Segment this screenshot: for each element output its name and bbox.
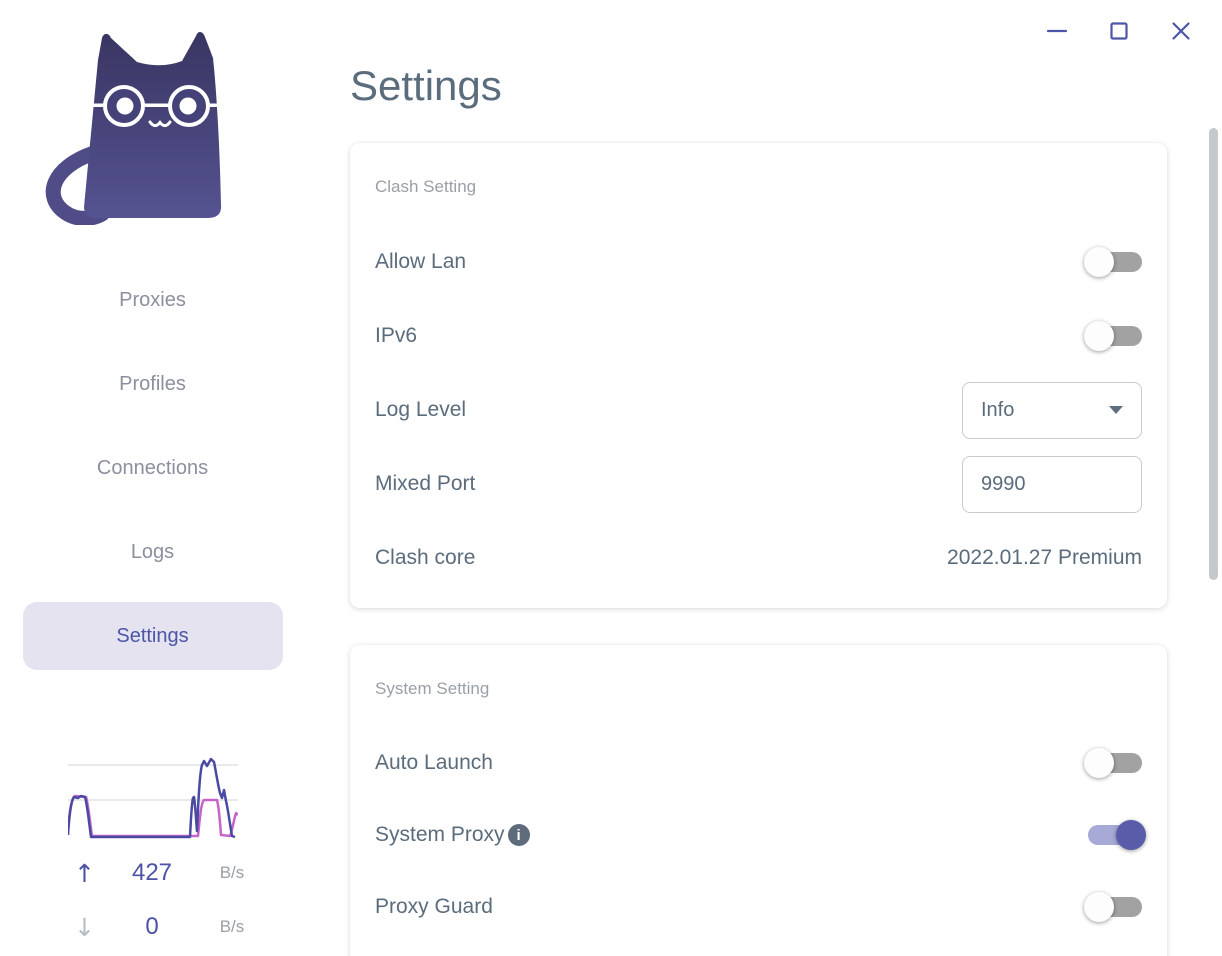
sidebar-item-logs[interactable]: Logs — [23, 518, 283, 586]
setting-row-auto-launch: Auto Launch — [375, 727, 1142, 799]
download-speed-value: 0 — [145, 913, 159, 940]
upload-speed-row: ↑ 427 B/s — [0, 856, 305, 890]
allow-lan-toggle[interactable] — [1084, 247, 1142, 277]
upload-speed-value: 427 — [131, 859, 173, 886]
close-icon — [1172, 22, 1190, 40]
minimize-icon — [1046, 29, 1068, 33]
upload-line — [68, 757, 236, 839]
sidebar-item-proxies[interactable]: Proxies — [23, 266, 283, 334]
down-arrow-icon: ↓ — [74, 912, 95, 942]
setting-row-allow-lan: Allow Lan — [375, 225, 1142, 299]
up-arrow-icon: ↑ — [74, 858, 95, 888]
setting-row-clash-core: Clash core 2022.01.27 Premium — [375, 521, 1142, 595]
clash-core-version: 2022.01.27 Premium — [947, 546, 1142, 569]
scrollbar-thumb[interactable] — [1209, 128, 1218, 580]
chevron-down-icon — [1109, 406, 1123, 414]
system-setting-card: System Setting Auto Launch System Proxy … — [350, 645, 1167, 956]
app-window: Proxies Profiles Connections Logs Settin… — [0, 0, 1222, 956]
traffic-graph — [68, 757, 238, 839]
sidebar-item-settings[interactable]: Settings — [22, 602, 283, 670]
setting-label: Auto Launch — [375, 751, 493, 774]
setting-row-log-level: Log Level Info — [375, 373, 1142, 447]
traffic-panel: ↑ 427 B/s ↓ 0 B/s — [0, 757, 305, 944]
maximize-icon — [1110, 22, 1128, 40]
log-level-selected-value: Info — [981, 398, 1015, 421]
download-speed-unit: B/s — [219, 917, 245, 936]
sidebar-nav: Proxies Profiles Connections Logs Settin… — [0, 266, 305, 670]
setting-label: System Proxy — [375, 823, 530, 847]
setting-label-text: System Proxy — [375, 823, 505, 846]
system-proxy-toggle[interactable] — [1088, 820, 1146, 850]
setting-row-ipv6: IPv6 — [375, 299, 1142, 373]
download-speed-row: ↓ 0 B/s — [0, 910, 305, 944]
mixed-port-input[interactable] — [962, 455, 1142, 513]
setting-row-system-proxy: System Proxy — [375, 799, 1146, 871]
close-button[interactable] — [1168, 17, 1194, 45]
window-controls — [1044, 17, 1194, 45]
setting-row-mixed-port: Mixed Port — [375, 447, 1142, 521]
toggle-knob — [1084, 748, 1114, 778]
toggle-knob — [1116, 820, 1146, 850]
upload-speed-unit: B/s — [219, 863, 245, 882]
toggle-knob — [1084, 892, 1114, 922]
toggle-knob — [1084, 247, 1114, 277]
sidebar-item-connections[interactable]: Connections — [23, 434, 283, 502]
download-line — [68, 794, 238, 838]
setting-label: Clash core — [375, 546, 476, 569]
card-header: Clash Setting — [375, 177, 477, 196]
proxy-guard-toggle[interactable] — [1084, 892, 1142, 922]
setting-label: Mixed Port — [375, 472, 476, 495]
log-level-select[interactable]: Info — [962, 381, 1142, 439]
toggle-knob — [1084, 321, 1114, 351]
setting-label: IPv6 — [375, 324, 418, 347]
maximize-button[interactable] — [1106, 17, 1132, 45]
page-title: Settings — [350, 62, 502, 109]
setting-label: Proxy Guard — [375, 895, 493, 918]
clash-setting-card: Clash Setting Allow Lan IPv6 Log Level I… — [350, 143, 1167, 608]
setting-label: Allow Lan — [375, 250, 467, 273]
card-header: System Setting — [375, 679, 490, 698]
minimize-button[interactable] — [1044, 17, 1070, 45]
setting-row-proxy-guard: Proxy Guard — [375, 871, 1142, 943]
setting-label: Log Level — [375, 398, 467, 421]
sidebar-item-profiles[interactable]: Profiles — [23, 350, 283, 418]
ipv6-toggle[interactable] — [1084, 321, 1142, 351]
auto-launch-toggle[interactable] — [1084, 748, 1142, 778]
info-icon[interactable] — [507, 824, 530, 846]
clash-cat-logo-icon — [45, 31, 222, 225]
